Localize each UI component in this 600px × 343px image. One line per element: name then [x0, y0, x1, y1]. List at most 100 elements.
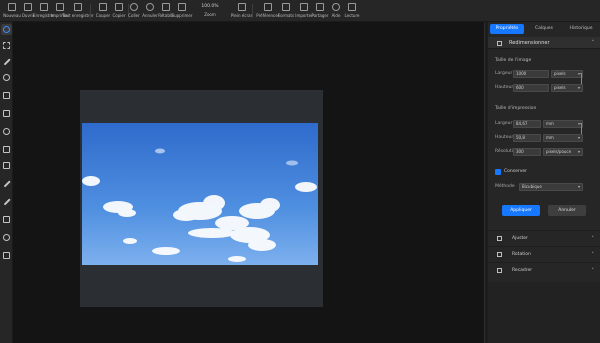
resolution-unit-select[interactable]: pixels/pouce ▾	[543, 148, 583, 156]
brush-icon	[3, 180, 10, 187]
image-tool[interactable]	[1, 108, 12, 119]
resize-section-header[interactable]: Redimensionner ˄	[488, 37, 600, 49]
print-size-title: Taille d'impression	[495, 106, 537, 111]
zoom-label: Zoom	[204, 12, 216, 17]
pen-icon	[3, 198, 10, 205]
properties-panel: Propriétés Calques Historique Redimensio…	[488, 22, 600, 343]
eraser-icon	[3, 162, 10, 169]
zoom-icon	[3, 252, 10, 259]
undo-icon	[146, 3, 154, 11]
rotate-icon	[497, 252, 502, 257]
tab-layers[interactable]: Calques	[527, 24, 561, 34]
image-height-unit-select[interactable]: pixels ▾	[551, 84, 583, 92]
stamp-tool[interactable]	[1, 144, 12, 155]
zoom-control[interactable]: 100.0% Zoom	[190, 3, 230, 19]
cancel-button[interactable]: Annuler	[548, 205, 586, 216]
fullscreen-icon	[238, 3, 246, 11]
print-width-input[interactable]: 84,67	[513, 120, 541, 128]
formats-icon	[282, 3, 290, 11]
resolution-row: Résolution 300 pixels/pouce ▾	[495, 147, 597, 157]
eraser-tool[interactable]	[1, 160, 12, 171]
image-size-title: Taille de l'image	[495, 58, 532, 63]
tab-properties[interactable]: Propriétés	[490, 24, 524, 34]
resize-icon	[497, 41, 502, 46]
crop-section[interactable]: Recadrer ˅	[488, 262, 600, 278]
chevron-down-icon: ▾	[577, 85, 580, 90]
tool-strip	[0, 22, 13, 343]
chevron-up-icon: ˄	[591, 40, 595, 46]
chevron-down-icon: ˅	[591, 268, 595, 274]
image-icon	[3, 110, 10, 117]
import-icon	[300, 3, 308, 11]
image-height-row: Hauteur 600 pixels ▾	[495, 83, 597, 93]
toolbar-separator	[252, 4, 253, 18]
logo-icon	[3, 26, 10, 33]
dropper-tool[interactable]	[1, 126, 12, 137]
hand-icon	[3, 234, 10, 241]
zoom-tool[interactable]	[1, 250, 12, 261]
chevron-down-icon: ▾	[577, 149, 580, 154]
toolbar-separator	[90, 4, 91, 18]
hand-tool[interactable]	[1, 232, 12, 243]
delete-icon	[178, 3, 186, 11]
play-button[interactable]: Lecture	[342, 1, 362, 21]
chevron-down-icon: ▾	[577, 135, 580, 140]
canvas-area[interactable]	[14, 22, 484, 343]
adjust-section[interactable]: Ajuster ˅	[488, 230, 600, 246]
formats-button[interactable]: Formats	[276, 1, 296, 21]
print-height-input[interactable]: 50,8	[513, 134, 541, 142]
save-all-icon	[74, 3, 82, 11]
magic-wand-tool[interactable]	[1, 56, 12, 67]
apply-button[interactable]: Appliquer	[502, 205, 540, 216]
resample-row: Méthode Bicubique ▾	[495, 182, 597, 192]
settings-icon	[264, 3, 272, 11]
chevron-down-icon: ˅	[591, 252, 595, 258]
crop-tool[interactable]	[1, 90, 12, 101]
image-height-input[interactable]: 600	[513, 84, 549, 92]
keep-ratio-checkbox[interactable]: Conserver	[495, 168, 555, 176]
settings-button[interactable]: Préférences	[256, 1, 280, 21]
logo-tool[interactable]	[1, 24, 12, 35]
stamp-icon	[3, 146, 10, 153]
tab-history[interactable]: Historique	[564, 24, 598, 34]
new-file-icon	[8, 3, 16, 11]
zoom-value[interactable]: 100.0%	[190, 3, 230, 11]
paste-icon	[130, 3, 138, 11]
delete-button[interactable]: Supprimer	[172, 1, 192, 21]
rotate-section[interactable]: Rotation ˅	[488, 246, 600, 262]
lasso-tool[interactable]	[1, 72, 12, 83]
fullscreen-button[interactable]: Plein écran	[231, 1, 253, 21]
top-toolbar: Nouveau Ouvrir Enregistrer Imprimer Tout…	[0, 0, 600, 22]
crop-icon	[497, 268, 502, 273]
panel-empty-area	[488, 282, 600, 343]
print-height-unit-select[interactable]: mm ▾	[543, 134, 583, 142]
copy-icon	[115, 3, 123, 11]
open-folder-icon	[24, 3, 32, 11]
play-icon	[348, 3, 356, 11]
marquee-icon	[3, 42, 10, 49]
save-all-button[interactable]: Tout enregistrer	[62, 1, 94, 21]
help-icon	[332, 3, 340, 11]
resample-select[interactable]: Bicubique ▾	[519, 183, 583, 191]
dropper-icon	[3, 128, 10, 135]
marquee-tool[interactable]	[1, 40, 12, 51]
panel-tabs: Propriétés Calques Historique	[488, 22, 600, 36]
image-width-input[interactable]: 1000	[513, 70, 549, 78]
sky-photo[interactable]	[82, 123, 318, 265]
print-icon	[56, 3, 64, 11]
shape-tool[interactable]	[1, 214, 12, 225]
pen-tool[interactable]	[1, 196, 12, 207]
print-height-row: Hauteur 50,8 mm ▾	[495, 133, 597, 143]
adjust-icon	[497, 236, 502, 241]
print-width-unit-select[interactable]: mm ▾	[543, 120, 583, 128]
lasso-icon	[3, 74, 10, 81]
checkbox-checked-icon[interactable]	[495, 169, 501, 175]
chevron-down-icon: ▾	[577, 184, 580, 189]
resolution-input[interactable]: 300	[513, 148, 541, 156]
brush-tool[interactable]	[1, 178, 12, 189]
cut-icon	[99, 3, 107, 11]
redo-icon	[162, 3, 170, 11]
save-icon	[40, 3, 48, 11]
crop-icon	[3, 92, 10, 99]
shape-icon	[3, 216, 10, 223]
